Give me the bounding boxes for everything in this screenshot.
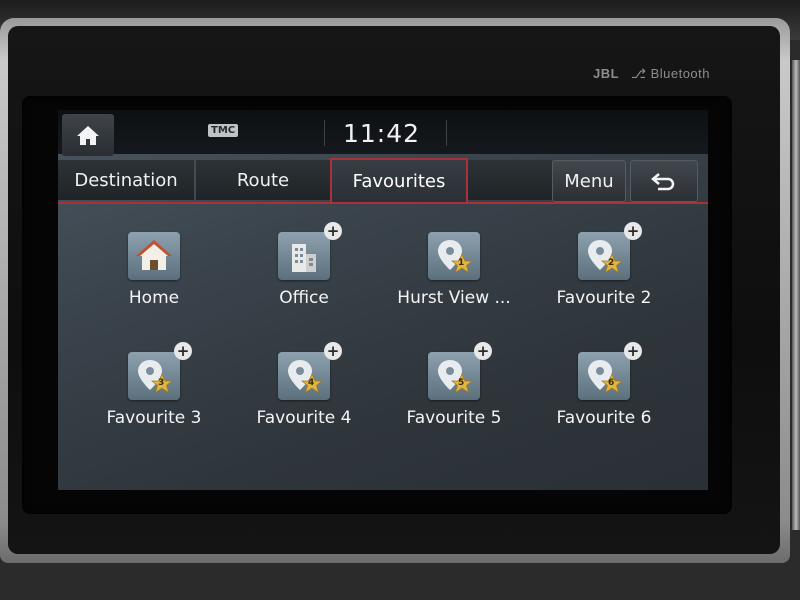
favourite-number: 4 <box>308 378 315 388</box>
location-pin-star-icon: 5 + <box>428 342 492 400</box>
favourite-label: Favourite 4 <box>256 408 352 428</box>
add-icon: + <box>474 342 492 360</box>
house-icon <box>128 232 180 280</box>
favourite-number: 2 <box>608 258 615 268</box>
favourite-6[interactable]: 6 + Favourite 6 <box>534 342 674 436</box>
home-button[interactable] <box>62 114 114 156</box>
house-icon <box>77 126 99 145</box>
favourite-3[interactable]: 3 + Favourite 3 <box>84 342 224 436</box>
favourite-label: Favourite 5 <box>406 408 502 428</box>
location-pin-star-icon: 3 + <box>128 342 192 400</box>
favourite-label: Hurst View ... <box>397 288 511 308</box>
navigation-screen: TMC 11:42 Destination Route Favourites M… <box>58 110 708 490</box>
add-icon: + <box>324 342 342 360</box>
add-icon: + <box>324 222 342 240</box>
favourite-5[interactable]: 5 + Favourite 5 <box>384 342 524 436</box>
tab-route[interactable]: Route <box>196 160 330 200</box>
location-pin-star-icon: 2 + <box>578 222 642 280</box>
divider <box>446 120 447 146</box>
brand-logos: JBL ⎇ Bluetooth <box>593 66 710 82</box>
bluetooth-logo: ⎇ Bluetooth <box>630 66 710 81</box>
bluetooth-label: Bluetooth <box>650 66 710 81</box>
divider <box>324 120 325 146</box>
favourite-number: 5 <box>458 378 465 388</box>
favourite-label: Favourite 6 <box>556 408 652 428</box>
favourite-number: 3 <box>158 378 165 388</box>
tab-destination[interactable]: Destination <box>58 160 194 200</box>
tab-bar: Destination Route Favourites Menu <box>58 158 708 204</box>
location-pin-star-icon: 1 <box>428 232 480 280</box>
side-trim <box>792 60 800 530</box>
favourite-home[interactable]: Home <box>84 232 224 316</box>
favourite-label: Favourite 2 <box>556 288 652 308</box>
favourite-label: Office <box>279 288 329 308</box>
favourite-number: 6 <box>608 378 615 388</box>
favourite-office[interactable]: + Office <box>234 222 374 316</box>
tab-favourites[interactable]: Favourites <box>330 158 468 202</box>
add-icon: + <box>624 222 642 240</box>
add-icon: + <box>174 342 192 360</box>
favourite-label: Home <box>128 288 180 308</box>
tmc-badge: TMC <box>208 124 239 137</box>
tab-spacer <box>468 160 552 200</box>
back-button[interactable] <box>630 160 698 202</box>
clock: 11:42 <box>343 119 421 148</box>
location-pin-star-icon: 4 + <box>278 342 342 400</box>
building-icon: + <box>278 222 342 280</box>
add-icon: + <box>624 342 642 360</box>
favourite-1[interactable]: 1 Hurst View ... <box>384 232 524 316</box>
back-arrow-icon <box>651 173 675 191</box>
location-pin-star-icon: 6 + <box>578 342 642 400</box>
jbl-logo: JBL <box>593 66 619 81</box>
favourite-2[interactable]: 2 + Favourite 2 <box>534 222 674 316</box>
favourite-4[interactable]: 4 + Favourite 4 <box>234 342 374 436</box>
favourite-label: Favourite 3 <box>106 408 202 428</box>
status-bar: TMC 11:42 <box>58 110 708 156</box>
favourite-number: 1 <box>458 258 465 268</box>
menu-button[interactable]: Menu <box>552 160 626 202</box>
